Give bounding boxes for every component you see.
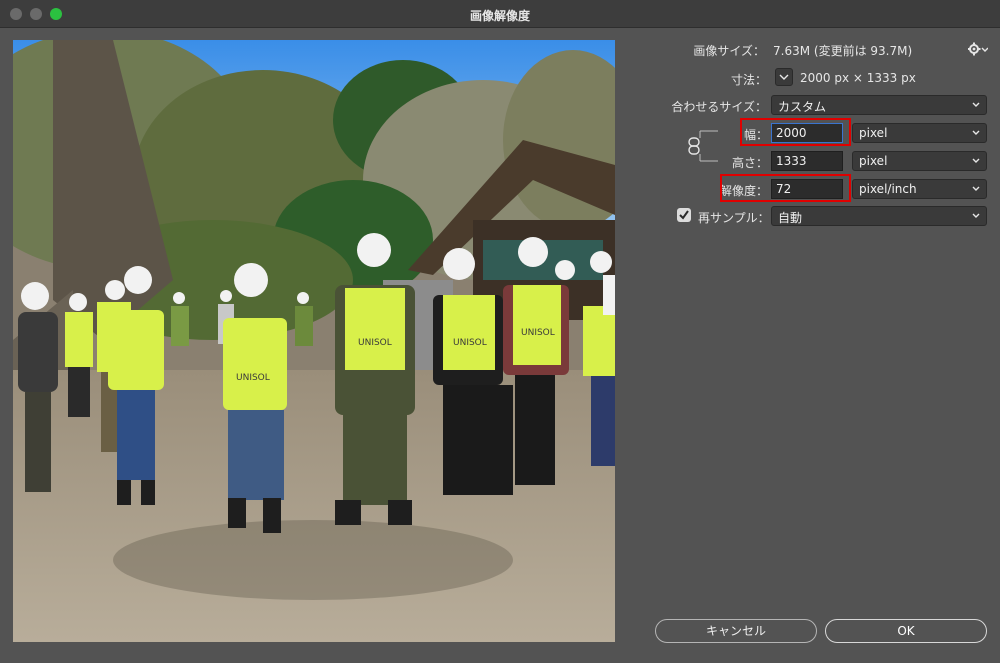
height-input[interactable]: 1333 (771, 151, 843, 171)
vest-text: UNISOL (236, 373, 270, 383)
checkmark-icon (679, 210, 689, 220)
gear-icon[interactable] (967, 42, 989, 59)
resolution-unit-value: pixel/inch (859, 182, 917, 196)
image-preview[interactable]: UNISOL UNISOL UNISOL UNISOL (13, 40, 615, 642)
dimensions-value: 2000 px × 1333 px (800, 71, 916, 85)
svg-text:UNISOL: UNISOL (521, 328, 555, 338)
resample-select[interactable]: 自動 (771, 206, 987, 226)
height-label: 高さ： (731, 156, 768, 170)
width-highlight-box (740, 118, 851, 146)
chevron-down-icon (971, 154, 981, 168)
image-size-value: 7.63M (変更前は 93.7M) (773, 44, 913, 58)
chevron-down-icon (779, 74, 789, 80)
dimensions-label: 寸法： (730, 73, 767, 87)
fit-to-select[interactable]: カスタム (771, 95, 987, 115)
resample-checkbox[interactable] (677, 208, 691, 222)
image-size-dialog: 画像解像度 UNISOL UNISOL UNISOL UNISOL 画像サイズ：… (0, 0, 1000, 663)
svg-text:UNISOL: UNISOL (358, 338, 392, 348)
ok-button[interactable]: OK (825, 619, 987, 643)
width-unit-select[interactable]: pixel (852, 123, 987, 143)
chevron-down-icon (971, 182, 981, 196)
fit-to-value: カスタム (778, 100, 827, 114)
width-unit-value: pixel (859, 126, 888, 140)
chevron-down-icon (971, 98, 981, 112)
cancel-button[interactable]: キャンセル (655, 619, 817, 643)
image-size-label: 画像サイズ： (693, 44, 765, 58)
dimensions-units-toggle[interactable] (775, 68, 793, 86)
height-unit-value: pixel (859, 154, 888, 168)
chevron-down-icon (971, 209, 981, 223)
height-unit-select[interactable]: pixel (852, 151, 987, 171)
title-bar: 画像解像度 (0, 0, 1000, 28)
resample-label: 再サンプル： (698, 211, 770, 225)
resolution-unit-select[interactable]: pixel/inch (852, 179, 987, 199)
svg-text:UNISOL: UNISOL (453, 338, 487, 348)
chevron-down-icon (971, 126, 981, 140)
resolution-highlight-box (720, 174, 851, 202)
resample-value: 自動 (778, 211, 803, 225)
preview-photo: UNISOL UNISOL UNISOL UNISOL (13, 40, 615, 642)
window-title: 画像解像度 (469, 9, 530, 23)
fit-to-label: 合わせるサイズ： (671, 100, 767, 114)
